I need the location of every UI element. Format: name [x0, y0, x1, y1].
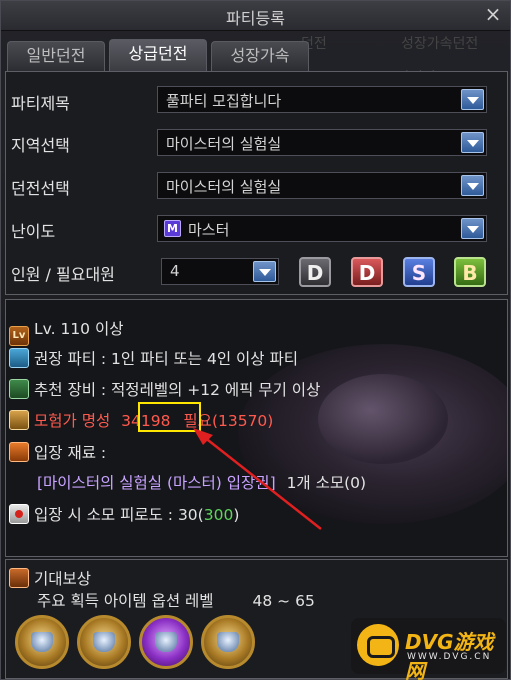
watermark-url: WWW.DVG.CN [407, 652, 492, 662]
reward-coin-icon[interactable] [201, 615, 255, 669]
reward-coin-icon[interactable] [15, 615, 69, 669]
gamepad-logo-icon [357, 624, 399, 666]
watermark: DVG游戏网 WWW.DVG.CN [351, 618, 506, 680]
reward-title: 기대보상 [34, 570, 92, 588]
chest-icon [9, 568, 29, 588]
party-registration-window: 파티등록 × 던전 성장가속던전 파티리스트 일반던전 상급던전 성장가속 파티… [0, 0, 511, 680]
reward-option-label: 주요 획득 아이템 옵션 레벨 [37, 592, 214, 610]
reward-coin-icon[interactable] [139, 615, 193, 669]
reward-title-row: 기대보상 [9, 567, 91, 589]
reward-option-row: 주요 획득 아이템 옵션 레벨 48 ~ 65 [37, 589, 315, 611]
reward-coin-icon[interactable] [77, 615, 131, 669]
reward-option-range: 48 ~ 65 [252, 592, 315, 610]
